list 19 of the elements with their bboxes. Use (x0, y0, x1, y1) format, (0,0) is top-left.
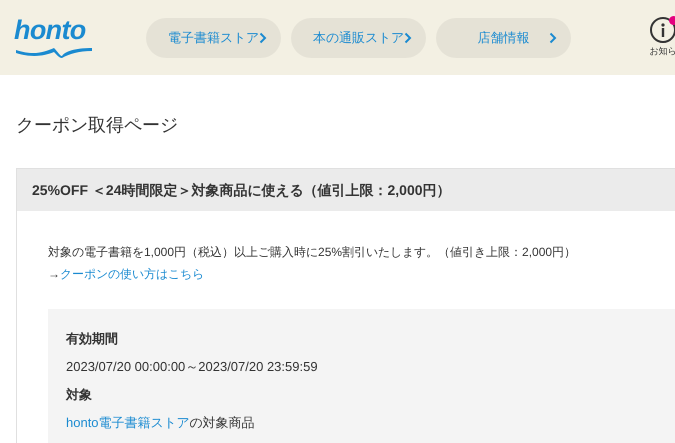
page-title: クーポン取得ページ (16, 114, 179, 137)
chevron-icon (549, 32, 557, 44)
detail-value: honto電子書籍ストアの対象商品 (66, 414, 256, 432)
nav-button[interactable]: 電子書籍ストア (146, 18, 281, 58)
coupon-title: 25%OFF ＜24時間限定＞対象商品に使える（値引上限：2,000円） (17, 169, 675, 211)
info-button[interactable]: お知ら (643, 16, 675, 58)
detail-label: 有効期間 (66, 330, 119, 348)
coupon-description: 対象の電子書籍を1,000円（税込）以上ご購入時に25%割引いたします。（値引き上限：2,000円） (48, 244, 578, 261)
detail-label: 対象 (66, 386, 93, 404)
howto-link[interactable]: クーポンの使い方はこちら (60, 267, 204, 281)
nav-button[interactable]: 本の通販ストア (291, 18, 426, 58)
logo[interactable]: honto (14, 17, 96, 58)
nav-button[interactable]: 店舗情報 (436, 18, 571, 58)
store-link[interactable]: honto電子書籍ストア (66, 415, 190, 430)
detail-value: 2023/07/20 00:00:00～2023/07/20 23:59:59 (66, 358, 319, 376)
chevron-icon (259, 32, 267, 44)
arrow-text: → (48, 267, 60, 281)
chevron-icon (404, 32, 412, 44)
info-icon (661, 22, 665, 37)
